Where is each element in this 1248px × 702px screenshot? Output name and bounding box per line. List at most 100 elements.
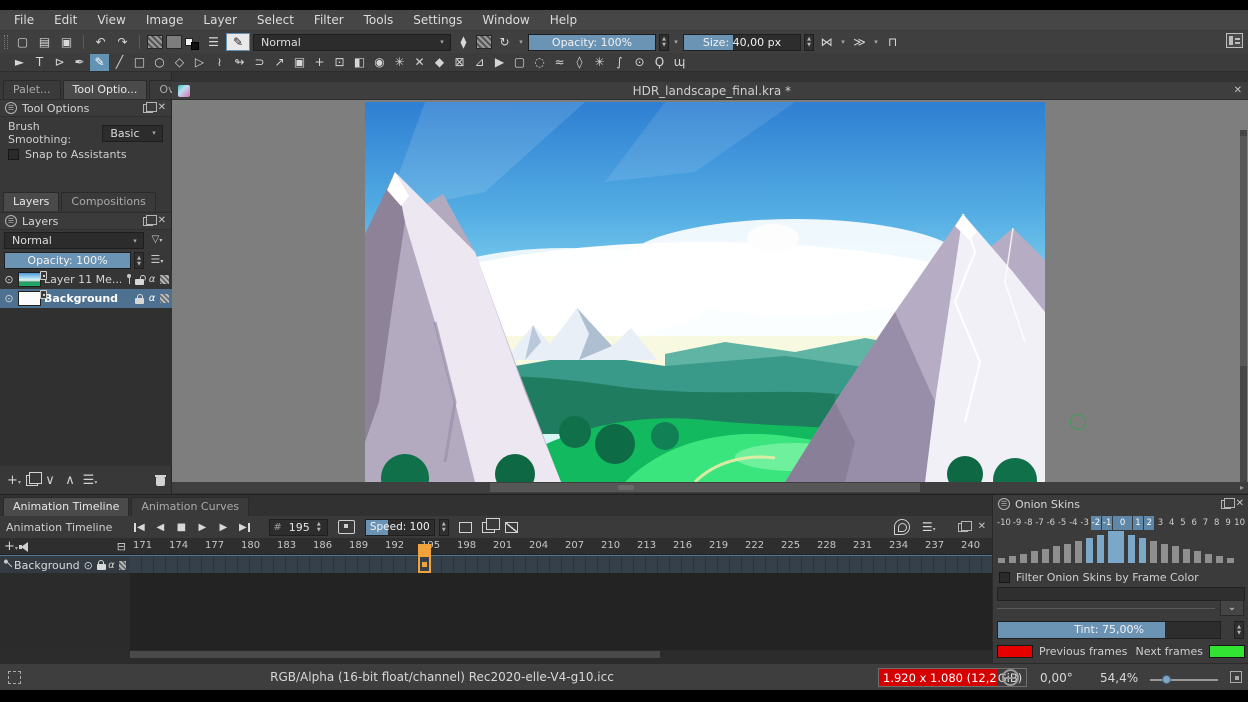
tab-animation-curves[interactable]: Animation Curves — [131, 497, 249, 516]
new-document-button[interactable]: ▢ — [13, 33, 32, 51]
tool-polygonal-selection[interactable]: ◊ — [570, 54, 589, 71]
timeline-track-background[interactable]: Background ⊙ α — [0, 555, 992, 573]
tool-enclose-and-fill[interactable]: ⊠ — [450, 54, 469, 71]
reload-preset-caret[interactable]: ▾ — [517, 38, 525, 46]
close-docker-icon[interactable]: ✕ — [158, 103, 166, 113]
tint-spinner[interactable]: ▲▼ — [1234, 621, 1244, 639]
onion-skin-opacity-bar[interactable] — [1064, 544, 1071, 563]
onion-skin-number[interactable]: 10 — [1234, 516, 1245, 530]
onion-skin-number[interactable]: -5 — [1057, 516, 1067, 530]
trim-to-image-button[interactable]: ⊓ — [883, 33, 902, 51]
tool-gradient[interactable]: ◧ — [350, 54, 369, 71]
float-docker-icon[interactable] — [143, 217, 153, 226]
tool-measure[interactable]: ⊿ — [470, 54, 489, 71]
onion-skin-number[interactable]: 2 — [1144, 516, 1154, 530]
duplicate-layer-button[interactable] — [26, 475, 38, 486]
menu-help[interactable]: Help — [540, 10, 587, 31]
menu-tools[interactable]: Tools — [354, 10, 404, 31]
tool-freehand-path[interactable]: ↬ — [230, 54, 249, 71]
size-slider[interactable]: Size: 40,00 px — [683, 34, 801, 51]
onion-skin-opacity-bar[interactable] — [1128, 535, 1135, 563]
undo-button[interactable]: ↶ — [91, 33, 110, 51]
delete-layer-button[interactable] — [155, 474, 166, 486]
close-document-icon[interactable]: ✕ — [1234, 86, 1242, 96]
move-layer-down-button[interactable]: ∨ — [42, 473, 58, 488]
layer-blending-mode-select[interactable]: Normal▾ — [4, 232, 144, 249]
close-docker-icon[interactable]: ✕ — [978, 522, 986, 532]
next-frame-button[interactable]: ▶ — [214, 519, 232, 536]
menu-edit[interactable]: Edit — [44, 10, 87, 31]
expand-section-button[interactable]: ⌄ — [1220, 600, 1244, 616]
frame-cells[interactable] — [130, 556, 992, 574]
onion-skin-number[interactable]: -3 — [1079, 516, 1089, 530]
tool-move[interactable]: + — [310, 54, 329, 71]
reload-preset-button[interactable]: ↻ — [495, 33, 514, 51]
wrap-around-caret[interactable]: ▾ — [872, 38, 880, 46]
menu-window[interactable]: Window — [472, 10, 539, 31]
onion-skin-opacity-bar[interactable] — [1161, 544, 1168, 563]
snap-to-assistants-checkbox[interactable] — [8, 149, 19, 160]
current-frame-spinbox[interactable]: # 195 ▲▼ — [269, 519, 327, 536]
move-layer-up-button[interactable]: ∧ — [62, 473, 78, 488]
foreground-background-colors[interactable] — [185, 35, 201, 50]
onion-skin-opacity-bar[interactable] — [1075, 541, 1082, 563]
close-docker-icon[interactable]: ✕ — [158, 216, 166, 226]
onion-skin-opacity-bar[interactable] — [1053, 546, 1060, 563]
tool-assistants[interactable]: ▶ — [490, 54, 509, 71]
onion-skin-toggle-icon[interactable] — [894, 519, 910, 535]
playback-speed-slider[interactable]: Speed: 100 % — [365, 519, 435, 536]
alpha-icon[interactable]: α — [108, 560, 116, 571]
alpha-icon[interactable]: α — [147, 293, 157, 304]
pin-icon[interactable] — [124, 274, 132, 285]
pin-icon[interactable] — [1, 559, 13, 571]
onion-skin-number[interactable]: -9 — [1012, 516, 1022, 530]
onion-skin-opacity-bar[interactable] — [1009, 556, 1016, 563]
onion-skin-number[interactable]: -10 — [997, 516, 1011, 530]
tool-rectangular-selection[interactable]: ▢ — [510, 54, 529, 71]
onion-skin-number[interactable]: -8 — [1023, 516, 1033, 530]
opacity-spinner[interactable]: ▲▼ — [134, 252, 144, 269]
menu-filter[interactable]: Filter — [304, 10, 354, 31]
frame-spinner[interactable]: ▲▼ — [314, 519, 324, 536]
play-button[interactable]: ▶ — [193, 519, 211, 536]
tab-palette[interactable]: Palet... — [3, 80, 61, 99]
opacity-slider[interactable]: Opacity: 100% — [528, 34, 656, 51]
filter-layers-icon[interactable]: ▽▾ — [147, 232, 167, 249]
opacity-caret[interactable]: ▾ — [672, 38, 680, 46]
menu-settings[interactable]: Settings — [403, 10, 472, 31]
float-docker-icon[interactable] — [1221, 500, 1231, 509]
tool-bezier-selection[interactable]: ∫ — [610, 54, 629, 71]
eraser-mode-button[interactable]: ⧫ — [454, 33, 473, 51]
preserve-alpha-button[interactable] — [476, 35, 492, 49]
save-document-button[interactable]: ▣ — [57, 33, 76, 51]
remove-frame-button[interactable] — [505, 522, 518, 533]
tab-compositions[interactable]: Compositions — [61, 192, 155, 211]
onion-skin-number[interactable]: -2 — [1091, 516, 1101, 530]
layer-row-layer-11[interactable]: ⊙ Layer 11 Me... α — [0, 270, 172, 289]
tool-freehand-brush[interactable]: ✎ — [90, 54, 109, 71]
tool-line[interactable]: ╱ — [110, 54, 129, 71]
onion-skin-number[interactable]: 3 — [1155, 516, 1165, 530]
lock-open-icon[interactable] — [135, 275, 144, 285]
tool-similar-color-selection[interactable]: ✳ — [590, 54, 609, 71]
tint-slider[interactable]: Tint: 75,00% — [997, 621, 1221, 639]
onion-skin-opacity-bar[interactable] — [1031, 551, 1038, 563]
tool-color-sampler[interactable]: ◉ — [370, 54, 389, 71]
previous-frame-button[interactable]: ◀ — [151, 519, 169, 536]
onion-skin-opacity-bar[interactable] — [1227, 558, 1234, 563]
splitter-grip[interactable] — [618, 485, 634, 490]
onion-skin-opacity-bar[interactable] — [1194, 551, 1201, 563]
add-layer-button[interactable]: +▾ — [6, 473, 22, 488]
tool-polyline[interactable]: ▷ — [190, 54, 209, 71]
tool-edit-shapes[interactable]: ⊳ — [50, 54, 69, 71]
tool-transform[interactable]: ▣ — [290, 54, 309, 71]
menu-file[interactable]: File — [4, 10, 44, 31]
onion-skin-number[interactable]: 4 — [1167, 516, 1177, 530]
document-title-bar[interactable]: HDR_landscape_final.kra * ✕ — [172, 82, 1248, 100]
layer-opacity-slider[interactable]: Opacity: 100% — [4, 252, 131, 269]
lock-closed-icon[interactable] — [97, 560, 104, 570]
onion-skin-opacity-bar[interactable] — [1205, 554, 1212, 563]
onion-skin-opacity-bar[interactable] — [1139, 538, 1146, 563]
float-docker-icon[interactable] — [958, 523, 968, 532]
tool-magnetic-selection[interactable]: ⊙ — [630, 54, 649, 71]
